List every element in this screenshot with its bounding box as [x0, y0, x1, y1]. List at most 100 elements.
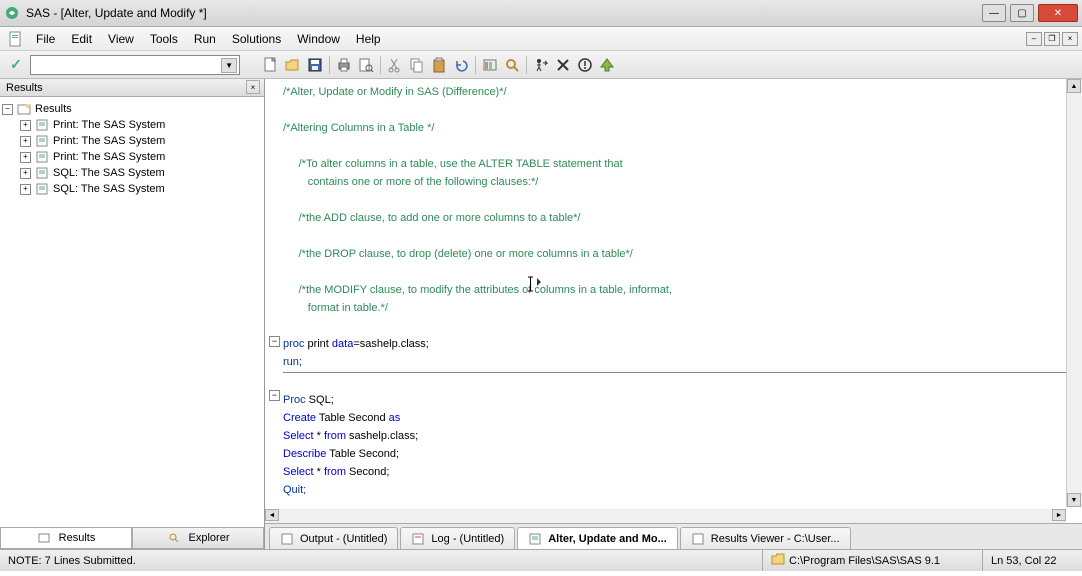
horizontal-scrollbar[interactable]: ◄ ►	[265, 509, 1066, 523]
copy-icon[interactable]	[406, 54, 428, 76]
print-result-icon	[35, 118, 49, 132]
vertical-scrollbar[interactable]: ▲ ▼	[1066, 79, 1082, 507]
clear-icon[interactable]	[552, 54, 574, 76]
tree-item-label: SQL: The SAS System	[53, 167, 165, 179]
fold-toggle[interactable]: −	[269, 390, 280, 401]
tree-item[interactable]: + Print: The SAS System	[2, 117, 262, 133]
scroll-down-button[interactable]: ▼	[1067, 493, 1081, 507]
tree-item[interactable]: +Print: The SAS System	[2, 133, 262, 149]
tree-item[interactable]: + SQL: The SAS System	[2, 165, 262, 181]
print-preview-icon[interactable]	[355, 54, 377, 76]
maximize-button[interactable]: ▢	[1010, 4, 1034, 22]
tab-editor-active[interactable]: Alter, Update and Mo...	[517, 527, 678, 549]
new-icon[interactable]	[260, 54, 282, 76]
sql-result-icon	[35, 182, 49, 196]
tab-log[interactable]: Log - (Untitled)	[400, 527, 515, 549]
scroll-right-button[interactable]: ►	[1052, 509, 1066, 521]
expand-icon[interactable]: +	[20, 120, 31, 131]
menu-tools[interactable]: Tools	[142, 29, 186, 49]
tree-item[interactable]: +SQL: The SAS System	[2, 181, 262, 197]
tab-results[interactable]: Results	[0, 528, 132, 549]
results-viewer-icon	[691, 532, 705, 546]
explorer-tab-icon	[167, 531, 181, 545]
paste-icon[interactable]	[428, 54, 450, 76]
expand-icon[interactable]: +	[20, 184, 31, 195]
mdi-close-button[interactable]: ×	[1062, 32, 1078, 46]
code-line: /*the DROP clause, to drop (delete) one …	[299, 248, 633, 260]
results-tree[interactable]: − Results + Print: The SAS System + Print:…	[0, 97, 264, 527]
fold-toggle[interactable]: −	[269, 336, 280, 347]
tree-root-results[interactable]: − Results	[2, 101, 262, 117]
scroll-up-button[interactable]: ▲	[1067, 79, 1081, 93]
text-cursor-icon	[527, 276, 543, 292]
tab-explorer[interactable]: Explorer	[132, 528, 264, 549]
code-line: contains one or more of the following cl…	[299, 176, 539, 188]
menu-run[interactable]: Run	[186, 29, 224, 49]
menu-solutions[interactable]: Solutions	[224, 29, 289, 49]
tab-results-viewer[interactable]: Results Viewer - C:\User...	[680, 527, 851, 549]
output-icon	[280, 532, 294, 546]
open-icon[interactable]	[282, 54, 304, 76]
code-line: /*the ADD clause, to add one or more col…	[299, 212, 581, 224]
undo-icon[interactable]	[450, 54, 472, 76]
close-button[interactable]: ✕	[1038, 4, 1078, 22]
code-kw: data	[332, 338, 353, 350]
command-combo[interactable]	[30, 55, 240, 75]
window-title: SAS - [Alter, Update and Modify *]	[26, 6, 982, 20]
code-kw: Select	[283, 430, 314, 442]
tree-item-label: Print: The SAS System	[53, 119, 165, 131]
submit-icon[interactable]	[530, 54, 552, 76]
menu-file[interactable]: File	[28, 29, 63, 49]
code-line: /*the MODIFY clause, to modify the attri…	[299, 284, 672, 296]
tab-label: Results Viewer - C:\User...	[711, 533, 840, 545]
explorer-icon[interactable]	[501, 54, 523, 76]
save-icon[interactable]	[304, 54, 326, 76]
status-position: Ln 53, Col 22	[982, 550, 1082, 571]
code-kw: Create	[283, 412, 316, 424]
status-path: C:\Program Files\SAS\SAS 9.1	[762, 550, 982, 571]
tree-item-label: Print: The SAS System	[53, 151, 165, 163]
code-area[interactable]: /*Alter, Update or Modify in SAS (Differ…	[265, 79, 1082, 523]
tree-item[interactable]: + Print: The SAS System	[2, 149, 262, 165]
break-icon[interactable]	[574, 54, 596, 76]
code-text: Second;	[346, 466, 389, 478]
code-kw: as	[389, 412, 401, 424]
tree-root-label: Results	[35, 103, 72, 115]
menu-window[interactable]: Window	[289, 29, 348, 49]
code-text: Second	[348, 412, 388, 424]
minimize-button[interactable]: —	[982, 4, 1006, 22]
code-text: =sashelp.class;	[353, 338, 429, 350]
cut-icon[interactable]	[384, 54, 406, 76]
code-content[interactable]: /*Alter, Update or Modify in SAS (Differ…	[265, 79, 1082, 503]
code-text: Table	[316, 412, 348, 424]
code-text: SQL;	[306, 394, 334, 406]
panel-close-button[interactable]: ×	[246, 80, 260, 94]
code-kw: from	[324, 430, 346, 442]
scroll-left-button[interactable]: ◄	[265, 509, 279, 521]
mdi-restore-button[interactable]: ❐	[1044, 32, 1060, 46]
menu-help[interactable]: Help	[348, 29, 389, 49]
mdi-minimize-button[interactable]: –	[1026, 32, 1042, 46]
tab-label: Alter, Update and Mo...	[548, 533, 667, 545]
help-icon[interactable]	[596, 54, 618, 76]
submit-check-icon[interactable]: ✓	[4, 55, 28, 75]
code-text: sashelp.class;	[346, 430, 418, 442]
code-line: format in table.*/	[299, 302, 388, 314]
code-line: /*Alter, Update or Modify in SAS (Differ…	[283, 86, 507, 98]
menu-edit[interactable]: Edit	[63, 29, 100, 49]
window-titlebar: SAS - [Alter, Update and Modify *] — ▢ ✕	[0, 0, 1082, 27]
expand-icon[interactable]: +	[20, 136, 31, 147]
code-line: /*To alter columns in a table, use the A…	[299, 158, 623, 170]
status-note: NOTE: 7 Lines Submitted.	[0, 555, 762, 567]
expand-icon[interactable]: +	[20, 152, 31, 163]
code-text: *	[314, 430, 324, 442]
menu-view[interactable]: View	[100, 29, 142, 49]
log-icon	[411, 532, 425, 546]
tab-output[interactable]: Output - (Untitled)	[269, 527, 398, 549]
code-text: *	[314, 466, 324, 478]
library-icon[interactable]	[479, 54, 501, 76]
expand-icon[interactable]: +	[20, 168, 31, 179]
print-icon[interactable]	[333, 54, 355, 76]
results-panel: Results × − Results + Print: The SAS Syst…	[0, 79, 265, 549]
collapse-icon[interactable]: −	[2, 104, 13, 115]
